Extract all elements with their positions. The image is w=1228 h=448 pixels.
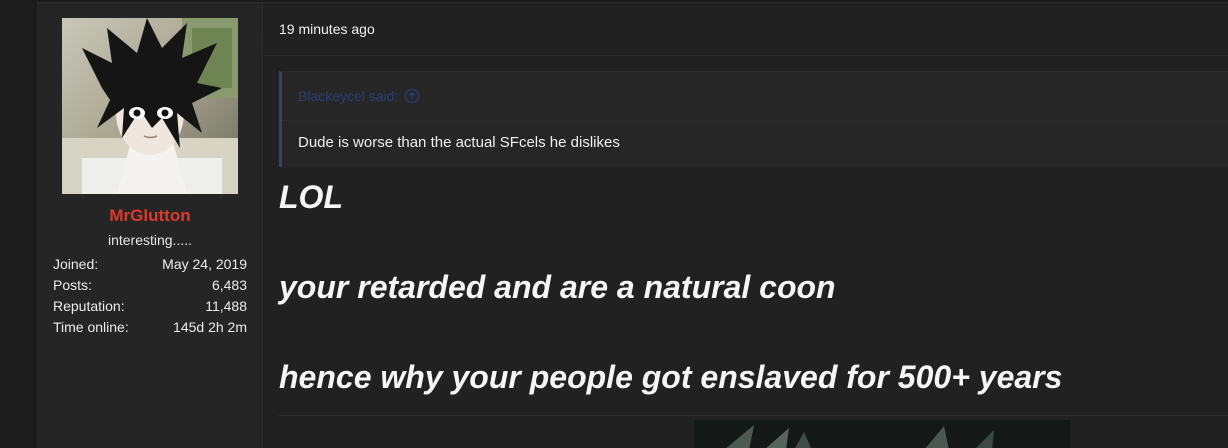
post-arrow	[251, 32, 262, 52]
stat-label: Joined:	[53, 256, 99, 272]
post-content: 19 minutes ago Blackeycel said: Dude is …	[263, 3, 1228, 448]
stat-value: 6,483	[211, 277, 247, 293]
quote-author: Blackeycel said:	[298, 88, 399, 104]
post-date[interactable]: 19 minutes ago	[279, 21, 375, 37]
post-user-panel: MrGlutton interesting..... Joined: May 2…	[38, 3, 263, 448]
post-header: 19 minutes ago	[263, 3, 1228, 56]
username[interactable]: MrGlutton	[38, 206, 262, 226]
stat-value: 145d 2h 2m	[173, 319, 247, 335]
stat-posts: Posts: 6,483	[53, 277, 247, 298]
message-divider	[279, 415, 1228, 416]
stat-value: 11,488	[205, 298, 247, 314]
quote-author-link[interactable]: Blackeycel said:	[298, 88, 420, 104]
message-line: LOL	[279, 179, 343, 215]
embedded-image[interactable]	[694, 420, 1070, 448]
user-title: interesting.....	[107, 232, 193, 248]
stat-label: Reputation:	[53, 298, 125, 314]
forum-post: MrGlutton interesting..... Joined: May 2…	[38, 2, 1228, 448]
quote-block: Blackeycel said: Dude is worse than the …	[279, 71, 1228, 167]
user-stats: Joined: May 24, 2019 Posts: 6,483 Reputa…	[53, 256, 247, 340]
user-avatar[interactable]	[62, 18, 238, 194]
left-gutter	[0, 0, 38, 448]
stat-reputation: Reputation: 11,488	[53, 298, 247, 319]
message-line: your retarded and are a natural coon	[279, 269, 836, 305]
stat-label: Posts:	[53, 277, 92, 293]
stat-label: Time online:	[53, 319, 129, 335]
stat-value: May 24, 2019	[162, 256, 247, 272]
stat-time-online: Time online: 145d 2h 2m	[53, 319, 247, 340]
message-line: hence why your people got enslaved for 5…	[279, 359, 1063, 395]
arrow-up-circle-icon[interactable]	[404, 88, 420, 104]
forum-page: MrGlutton interesting..... Joined: May 2…	[0, 0, 1228, 448]
quote-divider	[282, 120, 1228, 121]
quote-text: Dude is worse than the actual SFcels he …	[298, 134, 620, 151]
stat-joined: Joined: May 24, 2019	[53, 256, 247, 277]
